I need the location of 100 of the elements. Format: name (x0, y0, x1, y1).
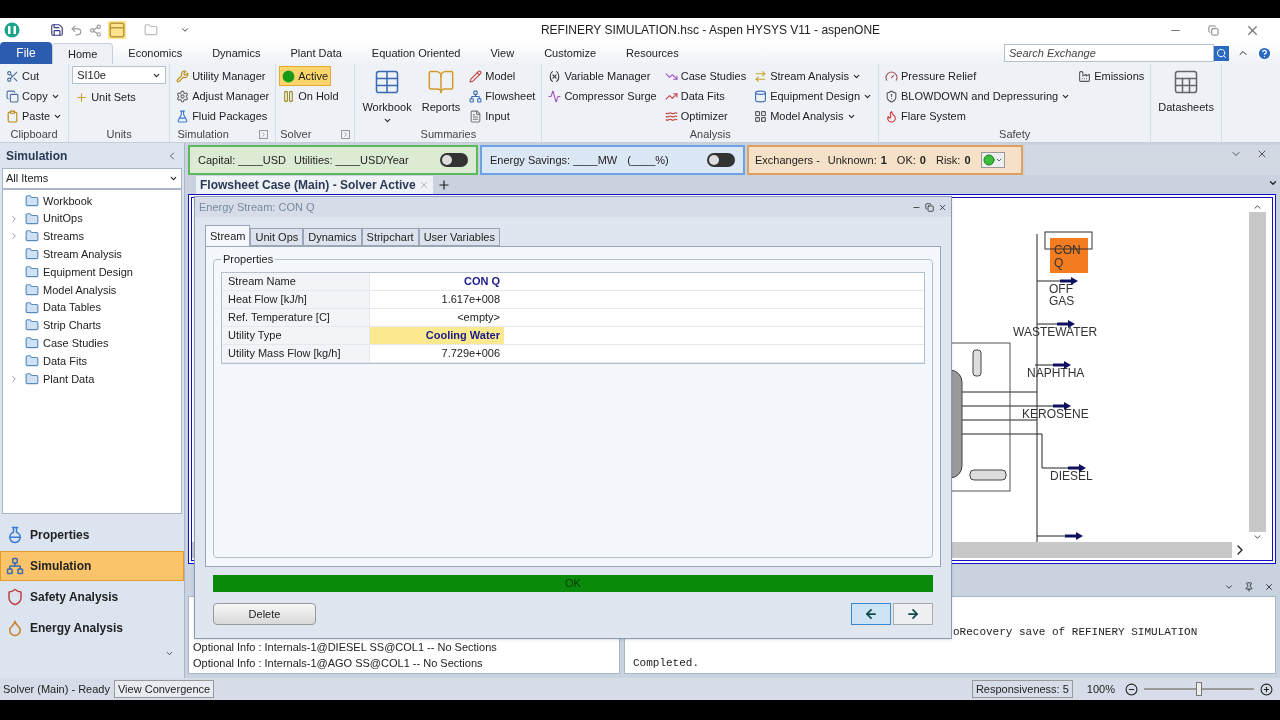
ribbon-button[interactable]: Variable Manager (545, 66, 654, 86)
close-icon[interactable] (1256, 148, 1268, 160)
app-logo-icon[interactable] (4, 22, 20, 38)
dialog-launcher-icon[interactable] (258, 129, 268, 139)
file-tab[interactable]: File (0, 42, 52, 64)
nav-button[interactable]: Safety Analysis (0, 582, 184, 612)
close-icon[interactable] (938, 202, 947, 212)
cost-toggle[interactable] (440, 153, 468, 167)
dialog-tab[interactable]: Dynamics (303, 228, 362, 246)
zoom-level: 100% (1086, 681, 1115, 697)
tree-item[interactable]: Stream Analysis (3, 245, 181, 264)
tree-item[interactable]: Model Analysis (3, 281, 181, 299)
help-icon[interactable] (1257, 45, 1272, 61)
save-icon[interactable] (50, 23, 64, 37)
ribbon-tab[interactable]: Equation Oriented (356, 43, 476, 64)
next-button[interactable] (893, 603, 933, 625)
tree-item[interactable]: UnitOps (3, 209, 181, 228)
new-tab-icon[interactable] (436, 178, 451, 192)
responsiveness-indicator[interactable]: Responsiveness: 5 (971, 680, 1073, 698)
property-value[interactable]: 1.617e+008 (370, 290, 504, 308)
undo-icon[interactable] (70, 23, 83, 37)
tree-item[interactable]: Plant Data (3, 369, 181, 388)
dialog-tab[interactable]: Stream (205, 225, 251, 246)
nav-button[interactable]: Simulation (0, 551, 184, 581)
ribbon-button[interactable]: Adjust Manager (173, 86, 273, 106)
dialog-title: Energy Stream: CON Q (199, 199, 315, 215)
ribbon-button[interactable]: Emissions (1075, 66, 1148, 86)
ribbon-tab[interactable]: Plant Data (275, 43, 357, 64)
close-icon[interactable] (1264, 582, 1274, 592)
tree-item[interactable]: Streams (3, 227, 181, 246)
energy-stream-block[interactable]: CON Q (1050, 238, 1088, 273)
restore-icon[interactable] (925, 202, 934, 212)
view-convergence-button[interactable]: View Convergence (114, 680, 215, 698)
ribbon-button[interactable]: Copy (3, 86, 63, 106)
unit-set-select[interactable]: SI10e (72, 66, 167, 84)
ribbon-button[interactable]: BLOWDOWN and Depressuring (882, 86, 1074, 106)
search-icon[interactable] (1214, 45, 1229, 61)
tree-item[interactable]: Data Fits (3, 352, 181, 370)
delete-button[interactable]: Delete (213, 603, 316, 625)
ribbon-button[interactable]: Model (466, 66, 519, 86)
zoom-in-icon[interactable] (1260, 682, 1273, 696)
dialog-tab[interactable]: Unit Ops (250, 228, 304, 246)
previous-button[interactable] (851, 603, 891, 625)
dialog-tab[interactable]: Stripchart (361, 228, 419, 246)
tree-item[interactable]: Case Studies (3, 334, 181, 353)
zoom-out-icon[interactable] (1125, 682, 1138, 696)
ribbon-button[interactable]: Model Analysis (751, 106, 859, 126)
nav-button[interactable]: Energy Analysis (0, 613, 184, 643)
ribbon-button[interactable]: Input (466, 106, 513, 126)
savings-toggle[interactable] (707, 153, 735, 167)
tree-item[interactable]: Equipment Design (3, 263, 181, 281)
ribbon-button[interactable]: Fluid Packages (173, 106, 271, 126)
tree-item[interactable]: Data Tables (3, 298, 181, 317)
ribbon-button[interactable]: Flare System (882, 106, 969, 126)
zoom-slider[interactable] (1144, 681, 1254, 697)
status-light-button[interactable] (980, 152, 1005, 168)
ribbon-button[interactable]: Case Studies (661, 66, 750, 86)
property-value[interactable]: 7.729e+006 (370, 344, 504, 362)
ribbon-button[interactable]: Pressure Relief (882, 66, 980, 86)
ribbon-button[interactable]: Flowsheet (466, 86, 539, 106)
ribbon-large-button[interactable]: Workbook (358, 66, 416, 126)
arrows-icon (754, 69, 768, 83)
ribbon-button[interactable]: Paste (3, 106, 66, 126)
solver-mode-button[interactable]: Active (279, 66, 332, 86)
ribbon-button[interactable]: Cut (3, 66, 43, 86)
property-value[interactable]: CON Q (370, 272, 504, 290)
ribbon-tab[interactable]: Dynamics (197, 43, 276, 64)
ribbon-button[interactable]: Data Fits (661, 86, 728, 106)
ribbon-button[interactable]: Optimizer (661, 106, 731, 126)
ribbon-button[interactable]: Utility Manager (173, 66, 269, 86)
pin-icon[interactable] (1244, 582, 1254, 592)
ribbon-tab[interactable]: Customize (529, 43, 612, 64)
dropdown-icon[interactable] (1224, 582, 1234, 592)
dialog-launcher-icon[interactable] (341, 129, 351, 139)
nav-button[interactable]: Properties (0, 520, 184, 550)
ribbon-large-button[interactable]: Datasheets (1154, 66, 1218, 126)
slider-thumb[interactable] (1196, 682, 1202, 696)
network-icon[interactable] (89, 23, 102, 37)
customize-caret-icon[interactable] (180, 25, 190, 35)
ribbon-large-button[interactable]: Reports (417, 66, 465, 126)
tab-list-caret-icon[interactable] (1268, 178, 1278, 188)
property-value[interactable]: <empty> (370, 308, 504, 326)
tree-item[interactable]: Workbook (3, 192, 181, 210)
search-field[interactable]: Search Exchange (1004, 44, 1214, 62)
ribbon-tab[interactable]: View (475, 43, 530, 64)
ribbon-tab[interactable]: Home (52, 43, 114, 64)
ribbon-button[interactable]: Unit Sets (72, 87, 139, 107)
document-tab[interactable]: Flowsheet Case (Main) - Solver Active (196, 176, 433, 194)
more-caret-icon[interactable] (165, 649, 174, 658)
ribbon-button[interactable]: Stream Analysis (751, 66, 864, 86)
tree-item[interactable]: Strip Charts (3, 316, 181, 335)
ribbon-tab[interactable]: Resources (611, 43, 694, 64)
ribbon-tab[interactable]: Economics (113, 43, 198, 64)
dialog-tab[interactable]: User Variables (418, 228, 500, 246)
ribbon-button[interactable]: Compressor Surge (545, 86, 660, 106)
solver-mode-button[interactable]: On Hold (279, 86, 342, 106)
window-icon[interactable] (108, 21, 126, 39)
ribbon-button[interactable]: Equipment Design (751, 86, 876, 106)
restore-icon[interactable] (1208, 24, 1219, 36)
filter-select[interactable]: All Items (2, 168, 182, 189)
